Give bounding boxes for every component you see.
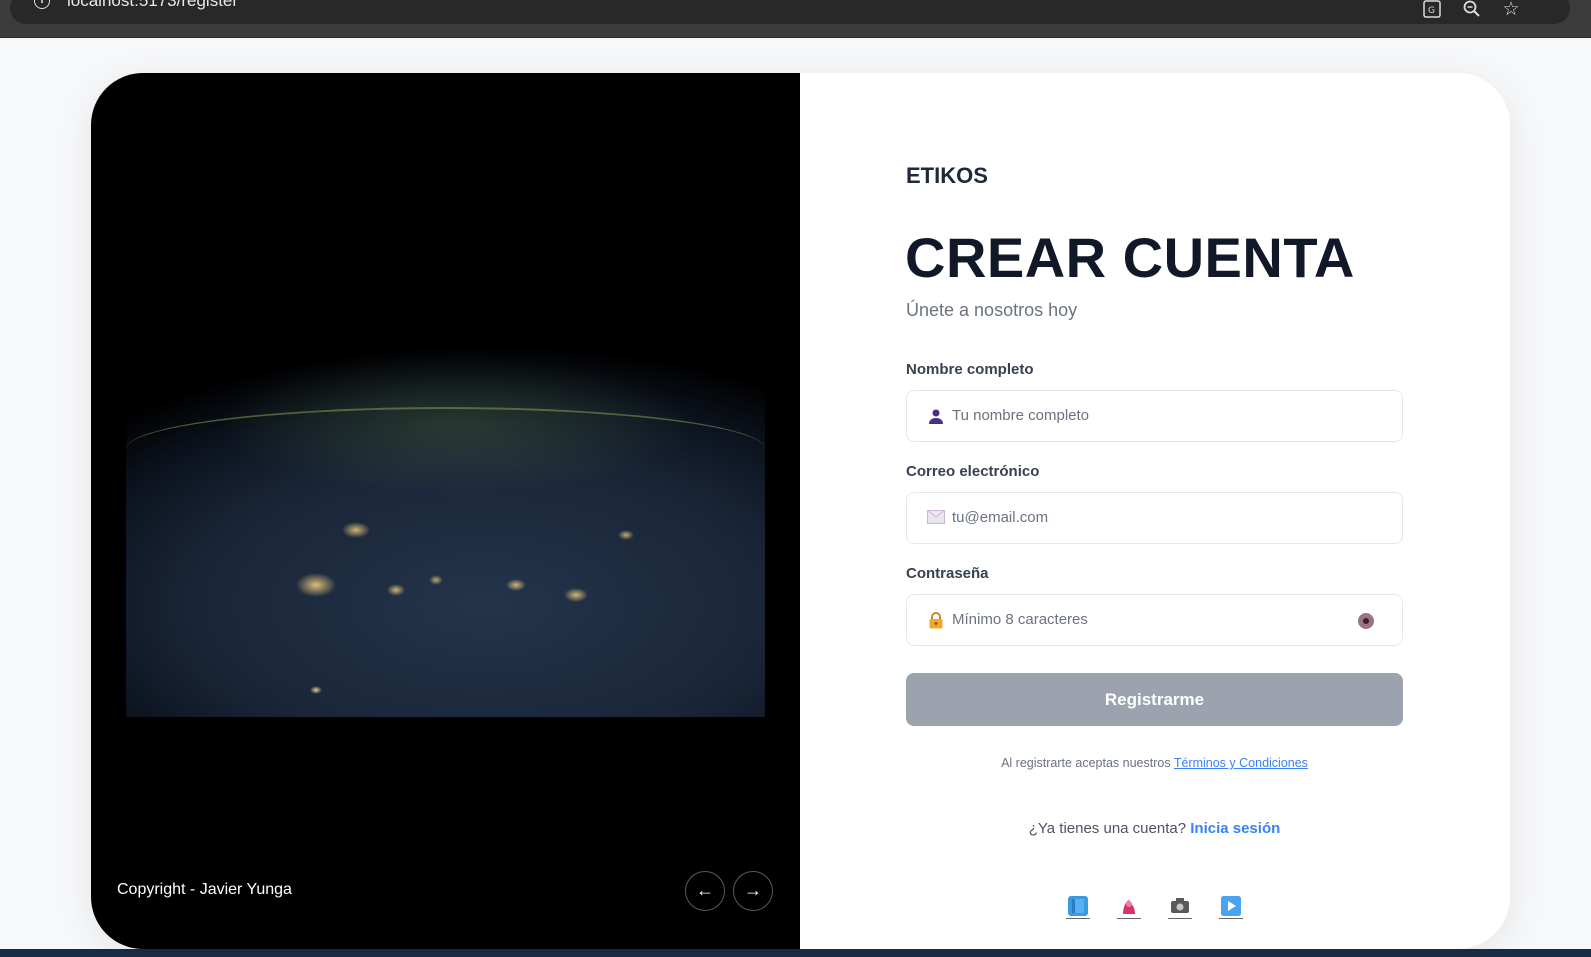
address-bar[interactable]: i localhost:5173/register bbox=[10, 0, 1570, 24]
name-field-label: Nombre completo bbox=[906, 361, 1034, 378]
email-input[interactable]: tu@email.com bbox=[906, 492, 1403, 544]
taskbar bbox=[0, 949, 1591, 957]
login-link[interactable]: Inicia sesión bbox=[1190, 820, 1280, 837]
image-carousel-panel: Copyright - Javier Yunga ← → bbox=[91, 73, 800, 949]
carousel-next-button[interactable]: → bbox=[733, 871, 773, 911]
password-field-label: Contraseña bbox=[906, 565, 989, 582]
lock-icon bbox=[927, 612, 945, 630]
register-button[interactable]: Registrarme bbox=[906, 673, 1403, 726]
password-placeholder: Mínimo 8 caracteres bbox=[952, 611, 1088, 628]
name-input[interactable]: Tu nombre completo bbox=[906, 390, 1403, 442]
camera-icon[interactable] bbox=[1168, 896, 1192, 919]
envelope-icon bbox=[927, 510, 945, 528]
page-subtitle: Únete a nosotros hoy bbox=[906, 300, 1078, 320]
terms-notice: Al registrarte aceptas nuestros Términos… bbox=[906, 756, 1403, 770]
url-text[interactable]: localhost:5173/register bbox=[67, 0, 238, 11]
browser-toolbar: i localhost:5173/register G ☆ bbox=[0, 0, 1591, 38]
svg-text:G: G bbox=[1428, 6, 1435, 16]
page-background: Copyright - Javier Yunga ← → ETIKOS CREA… bbox=[0, 38, 1591, 949]
email-field-label: Correo electrónico bbox=[906, 463, 1040, 480]
flower-icon[interactable] bbox=[1117, 896, 1141, 919]
register-card: Copyright - Javier Yunga ← → ETIKOS CREA… bbox=[91, 73, 1510, 949]
email-placeholder: tu@email.com bbox=[952, 509, 1049, 526]
page-title: CREAR CUENTA bbox=[905, 226, 1355, 289]
terms-link[interactable]: Términos y Condiciones bbox=[1174, 756, 1308, 770]
login-prompt-text: ¿Ya tienes una cuenta? bbox=[1028, 820, 1187, 837]
carousel-prev-button[interactable]: ← bbox=[685, 871, 725, 911]
translate-icon[interactable]: G bbox=[1421, 0, 1443, 21]
brand-logo: ETIKOS bbox=[906, 163, 988, 188]
play-icon[interactable] bbox=[1219, 896, 1243, 919]
show-password-eye-icon[interactable] bbox=[1358, 613, 1374, 629]
book-icon[interactable] bbox=[1066, 896, 1090, 919]
earth-night-image bbox=[126, 295, 765, 717]
bookmark-star-icon[interactable]: ☆ bbox=[1500, 0, 1522, 21]
login-prompt-row: ¿Ya tienes una cuenta? Inicia sesión bbox=[906, 820, 1403, 837]
terms-prefix: Al registrarte aceptas nuestros bbox=[1001, 756, 1171, 770]
name-placeholder: Tu nombre completo bbox=[952, 407, 1090, 424]
user-icon bbox=[927, 408, 945, 426]
password-input[interactable]: Mínimo 8 caracteres bbox=[906, 594, 1403, 646]
zoom-icon[interactable] bbox=[1461, 0, 1483, 21]
site-info-icon[interactable]: i bbox=[34, 0, 50, 9]
copyright-text: Copyright - Javier Yunga bbox=[117, 881, 292, 898]
